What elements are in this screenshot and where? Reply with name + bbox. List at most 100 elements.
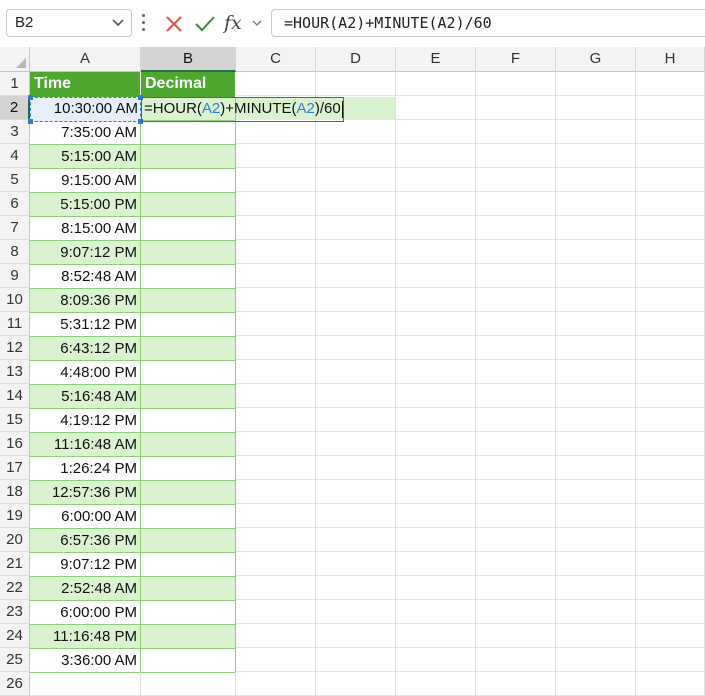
grid-cell[interactable] bbox=[396, 408, 476, 432]
time-cell[interactable]: 8:09:36 PM bbox=[30, 289, 141, 313]
grid-cell[interactable] bbox=[396, 480, 476, 504]
grid-cell[interactable] bbox=[141, 672, 236, 696]
row-header-22[interactable]: 22 bbox=[0, 576, 30, 600]
row-header-10[interactable]: 10 bbox=[0, 288, 30, 312]
grid-cell[interactable] bbox=[556, 360, 636, 384]
row-header-20[interactable]: 20 bbox=[0, 528, 30, 552]
decimal-cell[interactable] bbox=[141, 289, 236, 313]
time-cell[interactable]: 12:57:36 PM bbox=[30, 481, 141, 505]
grid-cell[interactable] bbox=[636, 672, 705, 696]
grid-cell[interactable] bbox=[316, 240, 396, 264]
grid-cell[interactable] bbox=[316, 264, 396, 288]
grid-cell[interactable] bbox=[396, 168, 476, 192]
grid-cell[interactable] bbox=[476, 552, 556, 576]
grid-cell[interactable] bbox=[636, 120, 705, 144]
grid-cell[interactable] bbox=[396, 432, 476, 456]
grid-cell[interactable] bbox=[636, 600, 705, 624]
row-header-26[interactable]: 26 bbox=[0, 672, 30, 696]
column-header-h[interactable]: H bbox=[636, 47, 705, 72]
row-header-11[interactable]: 11 bbox=[0, 312, 30, 336]
grid-cell[interactable] bbox=[396, 72, 476, 96]
row-header-7[interactable]: 7 bbox=[0, 216, 30, 240]
grid-cell[interactable] bbox=[396, 120, 476, 144]
grid-cell[interactable] bbox=[476, 504, 556, 528]
grid-cell[interactable] bbox=[556, 96, 636, 120]
grid-cell[interactable] bbox=[316, 408, 396, 432]
grid-cell[interactable] bbox=[556, 120, 636, 144]
grid-cell[interactable] bbox=[636, 432, 705, 456]
grid-cell[interactable] bbox=[396, 264, 476, 288]
grid-cell[interactable] bbox=[316, 192, 396, 216]
grid-cell[interactable] bbox=[636, 72, 705, 96]
grid-cell[interactable] bbox=[556, 144, 636, 168]
grid-cell[interactable] bbox=[476, 144, 556, 168]
grid-cell[interactable] bbox=[476, 288, 556, 312]
grid-cell[interactable] bbox=[556, 240, 636, 264]
row-header-6[interactable]: 6 bbox=[0, 192, 30, 216]
grid-cell[interactable] bbox=[30, 672, 141, 696]
grid-cell[interactable] bbox=[396, 288, 476, 312]
row-header-13[interactable]: 13 bbox=[0, 360, 30, 384]
grid-cell[interactable] bbox=[396, 624, 476, 648]
decimal-cell[interactable] bbox=[141, 169, 236, 193]
row-header-24[interactable]: 24 bbox=[0, 624, 30, 648]
time-cell[interactable]: 11:16:48 AM bbox=[30, 433, 141, 457]
grid-cell[interactable] bbox=[636, 192, 705, 216]
row-header-18[interactable]: 18 bbox=[0, 480, 30, 504]
grid-cell[interactable] bbox=[236, 216, 316, 240]
grid-cell[interactable] bbox=[236, 288, 316, 312]
grid-cell[interactable] bbox=[316, 120, 396, 144]
decimal-cell[interactable] bbox=[141, 121, 236, 145]
grid-cell[interactable] bbox=[636, 336, 705, 360]
grid-cell[interactable] bbox=[236, 360, 316, 384]
grid-cell[interactable] bbox=[556, 672, 636, 696]
grid-cell[interactable] bbox=[396, 576, 476, 600]
grid-cell[interactable] bbox=[236, 120, 316, 144]
grid-cell[interactable] bbox=[636, 288, 705, 312]
name-box[interactable]: B2 bbox=[6, 9, 132, 37]
grid-cell[interactable] bbox=[316, 600, 396, 624]
grid-cell[interactable] bbox=[396, 336, 476, 360]
grid-cell[interactable] bbox=[556, 552, 636, 576]
decimal-cell[interactable] bbox=[141, 649, 236, 673]
grid-cell[interactable] bbox=[236, 648, 316, 672]
grid-cell[interactable] bbox=[316, 384, 396, 408]
decimal-cell[interactable] bbox=[141, 193, 236, 217]
time-cell[interactable]: 8:15:00 AM bbox=[30, 217, 141, 241]
decimal-cell[interactable] bbox=[141, 313, 236, 337]
grid-cell[interactable] bbox=[476, 408, 556, 432]
grid-cell[interactable] bbox=[396, 552, 476, 576]
time-cell[interactable]: 3:36:00 AM bbox=[30, 649, 141, 673]
grid-cell[interactable] bbox=[236, 144, 316, 168]
grid-cell[interactable] bbox=[236, 240, 316, 264]
grid-cell[interactable] bbox=[316, 336, 396, 360]
grid-cell[interactable] bbox=[396, 456, 476, 480]
decimal-cell[interactable] bbox=[141, 601, 236, 625]
grid-cell[interactable] bbox=[476, 456, 556, 480]
grid-cell[interactable] bbox=[476, 168, 556, 192]
grid-cell[interactable] bbox=[316, 72, 396, 96]
row-header-16[interactable]: 16 bbox=[0, 432, 30, 456]
grid-cell[interactable] bbox=[316, 168, 396, 192]
column-header-c[interactable]: C bbox=[236, 47, 316, 72]
decimal-cell[interactable] bbox=[141, 553, 236, 577]
time-cell[interactable]: 6:43:12 PM bbox=[30, 337, 141, 361]
grid-cell[interactable] bbox=[636, 144, 705, 168]
column-header-f[interactable]: F bbox=[476, 47, 556, 72]
grid-cell[interactable] bbox=[396, 504, 476, 528]
decimal-cell[interactable] bbox=[141, 385, 236, 409]
decimal-cell[interactable] bbox=[141, 577, 236, 601]
row-header-15[interactable]: 15 bbox=[0, 408, 30, 432]
grid-cell[interactable] bbox=[636, 96, 705, 120]
grid-cell[interactable] bbox=[476, 360, 556, 384]
grid-cell[interactable] bbox=[556, 600, 636, 624]
more-options-icon[interactable] bbox=[141, 14, 147, 32]
grid-cell[interactable] bbox=[236, 576, 316, 600]
row-header-14[interactable]: 14 bbox=[0, 384, 30, 408]
grid-cell[interactable] bbox=[316, 624, 396, 648]
row-header-3[interactable]: 3 bbox=[0, 120, 30, 144]
time-cell[interactable]: 6:57:36 PM bbox=[30, 529, 141, 553]
grid-cell[interactable] bbox=[316, 312, 396, 336]
time-cell[interactable]: 8:52:48 AM bbox=[30, 265, 141, 289]
decimal-cell[interactable] bbox=[141, 529, 236, 553]
